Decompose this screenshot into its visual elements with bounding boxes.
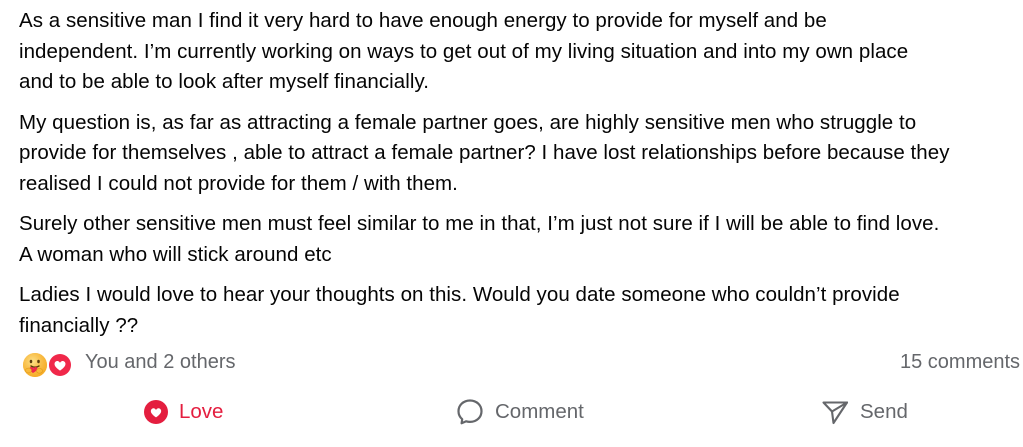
send-button[interactable]: Send xyxy=(820,390,908,434)
divider xyxy=(0,387,1023,388)
love-button[interactable]: Love xyxy=(143,390,223,434)
post-line: provide for themselves , able to attract… xyxy=(19,141,950,164)
post-line: Surely other sensitive men must feel sim… xyxy=(19,212,940,235)
post-paragraph: Ladies I would love to hear your thought… xyxy=(19,280,1023,341)
post-line: and to be able to look after myself fina… xyxy=(19,70,429,93)
post-line: My question is, as far as attracting a f… xyxy=(19,110,917,134)
care-icon xyxy=(21,351,49,379)
comment-button[interactable]: Comment xyxy=(455,390,584,434)
post-line: independent. I’m currently working on wa… xyxy=(19,39,909,63)
comments-count[interactable]: 15 comments xyxy=(900,351,1020,374)
post-line: Ladies I would love to hear your thought… xyxy=(19,283,900,306)
post-line: As a sensitive man I find it very hard t… xyxy=(19,9,827,32)
reactors-summary[interactable]: You and 2 others xyxy=(85,351,236,374)
send-icon xyxy=(822,401,849,425)
post-paragraph: As a sensitive man I find it very hard t… xyxy=(19,6,1023,98)
reaction-icons[interactable] xyxy=(21,351,81,379)
post-line: A woman who will stick around etc xyxy=(19,242,332,266)
post-paragraph: My question is, as far as attracting a f… xyxy=(19,108,1023,200)
comment-label: Comment xyxy=(495,400,584,423)
post-action-bar: Love Comment Send xyxy=(0,390,1023,434)
reactions-summary-bar: You and 2 others 15 comments xyxy=(21,348,1023,382)
love-label: Love xyxy=(179,400,224,423)
send-label: Send xyxy=(860,400,908,423)
post-body: As a sensitive man I find it very hard t… xyxy=(19,6,1023,351)
post-paragraph: Surely other sensitive men must feel sim… xyxy=(19,209,1023,270)
love-icon xyxy=(47,352,73,378)
post-line: realised I could not provide for them / … xyxy=(19,171,458,195)
heart-filled-icon xyxy=(144,400,168,424)
post-line: financially ?? xyxy=(19,313,139,337)
comment-bubble-icon xyxy=(457,399,483,425)
